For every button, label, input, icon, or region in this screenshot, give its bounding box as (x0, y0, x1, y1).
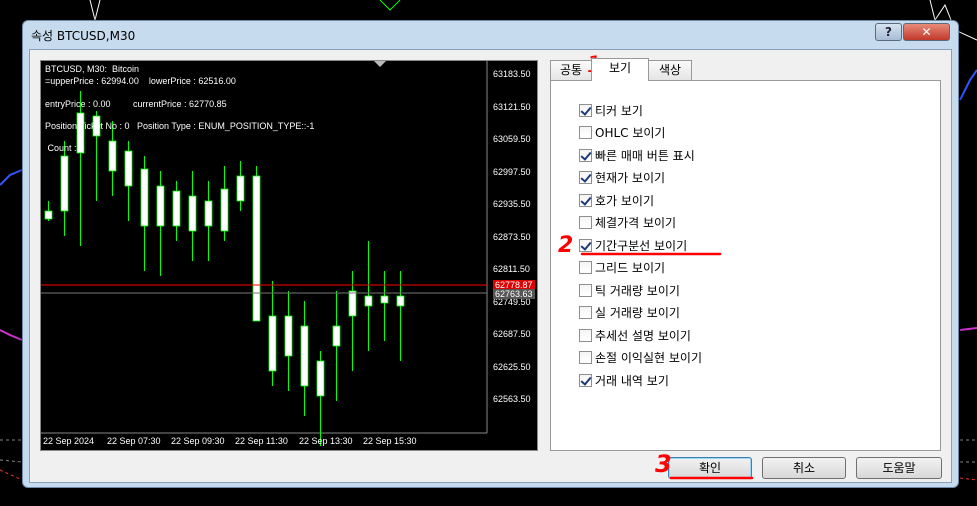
checkbox[interactable] (579, 260, 592, 274)
option-label: 체결가격 보이기 (595, 215, 677, 230)
option-quote[interactable]: 호가 보이기 (579, 191, 654, 209)
candle-body (124, 150, 133, 187)
tab-common[interactable]: 공통 (550, 60, 592, 80)
candle-body (60, 155, 69, 212)
option-execution-price[interactable]: 체결가격 보이기 (579, 213, 676, 231)
option-label: 기간구분선 보이기 (595, 238, 688, 253)
option-sl-tp[interactable]: 손절 이익실현 보이기 (579, 348, 702, 366)
price-axis-label: 63121.50 (493, 102, 531, 112)
chart-preview: BTCUSD, M30: Bitcoin =upperPrice : 62994… (40, 60, 538, 451)
preview-chart-svg (41, 61, 488, 446)
candle-body (220, 188, 229, 232)
window-title: 속성 BTCUSD,M30 (31, 29, 136, 43)
candle-body (284, 315, 293, 357)
option-trendline-desc[interactable]: 추세선 설명 보이기 (579, 326, 691, 344)
candle-body (364, 295, 373, 307)
option-label: 추세선 설명 보이기 (595, 328, 691, 343)
checkbox[interactable] (579, 305, 592, 319)
preview-header-line: Position Ticket No : 0 Position Type : E… (45, 121, 315, 131)
checkbox[interactable] (579, 283, 592, 297)
option-real-volume[interactable]: 실 거래량 보이기 (579, 303, 680, 321)
candle-body (108, 140, 117, 172)
candle-body (396, 295, 405, 307)
help-titlebar-button[interactable]: ? (875, 23, 902, 41)
price-axis-label: 62873.50 (493, 232, 531, 242)
checkbox[interactable] (579, 350, 592, 364)
price-axis-label: 62997.50 (493, 167, 531, 177)
checkbox[interactable] (579, 148, 592, 162)
candle-body (348, 290, 357, 317)
option-label: 티커 보기 (595, 103, 643, 118)
option-label: 거래 내역 보기 (595, 373, 669, 388)
candle-body (172, 190, 181, 227)
checkbox[interactable] (579, 328, 592, 342)
help-button[interactable]: 도움말 (856, 457, 942, 479)
option-label: OHLC 보이기 (595, 125, 666, 140)
checkbox[interactable] (579, 103, 592, 117)
cancel-button[interactable]: 취소 (762, 457, 846, 479)
price-axis-label: 62811.50 (493, 264, 530, 274)
price-axis-label: 62687.50 (493, 329, 531, 339)
price-axis-label: 62935.50 (493, 199, 531, 209)
close-button[interactable]: ✕ (903, 23, 950, 41)
checkbox[interactable] (579, 373, 592, 387)
ok-button[interactable]: 확인 (668, 457, 752, 479)
candle-body (44, 210, 53, 220)
candle-body (204, 200, 213, 227)
option-grid[interactable]: 그리드 보이기 (579, 258, 665, 276)
candle-body (156, 185, 165, 227)
preview-header-line: BTCUSD, M30: Bitcoin (45, 64, 140, 74)
time-axis-label: 22 Sep 15:30 (363, 436, 417, 446)
option-ticker[interactable]: 티커 보기 (579, 101, 643, 119)
price-axis-label: 63059.50 (493, 134, 531, 144)
checkbox[interactable] (579, 193, 592, 207)
checkbox[interactable] (579, 215, 592, 229)
option-ohlc[interactable]: OHLC 보이기 (579, 123, 665, 141)
candle-body (380, 295, 389, 304)
time-axis-label: 22 Sep 07:30 (107, 436, 161, 446)
candle-body (188, 195, 197, 232)
candle-body (140, 168, 149, 227)
chart-shift-marker (374, 61, 386, 67)
tab-view[interactable]: 보기 (591, 58, 649, 81)
preview-header-line: entryPrice : 0.00 currentPrice : 62770.8… (45, 99, 227, 109)
ask-price-tag: 62763.63 (493, 289, 535, 299)
candle-body (300, 325, 309, 387)
option-label: 호가 보이기 (595, 193, 655, 208)
option-label: 손절 이익실현 보이기 (595, 350, 702, 365)
time-axis-label: 22 Sep 2024 (43, 436, 95, 446)
title-bar[interactable]: 속성 BTCUSD,M30 ? ✕ (23, 21, 958, 47)
option-label: 그리드 보이기 (595, 260, 666, 275)
option-period-separators[interactable]: 기간구분선 보이기 (579, 236, 687, 254)
dialog-body: BTCUSD, M30: Bitcoin =upperPrice : 62994… (29, 49, 952, 483)
option-label: 빠른 매매 버튼 표시 (595, 148, 695, 163)
candle-body (268, 315, 277, 372)
price-axis-label: 62563.50 (493, 394, 531, 404)
time-axis-label: 22 Sep 11:30 (235, 436, 288, 446)
option-quick-trade[interactable]: 빠른 매매 버튼 표시 (579, 146, 695, 164)
candle-body (236, 175, 245, 202)
candle-body (252, 175, 261, 322)
preview-header-line: Count : 0 (45, 143, 85, 153)
option-label: 실 거래량 보이기 (595, 305, 680, 320)
candle-body (316, 360, 325, 397)
tab-colors[interactable]: 색상 (648, 60, 692, 80)
option-trade-history[interactable]: 거래 내역 보기 (579, 371, 669, 389)
time-axis-label: 22 Sep 09:30 (171, 436, 225, 446)
option-label: 틱 거래량 보이기 (595, 283, 680, 298)
checkbox[interactable] (579, 170, 592, 184)
price-axis-label: 63183.50 (493, 69, 531, 79)
time-axis-label: 22 Sep 13:30 (299, 436, 353, 446)
checkbox[interactable] (579, 125, 592, 139)
option-current-price[interactable]: 현재가 보이기 (579, 168, 665, 186)
option-label: 현재가 보이기 (595, 170, 666, 185)
properties-dialog: 속성 BTCUSD,M30 ? ✕ BTCUSD, M30: Bitcoin =… (22, 20, 959, 488)
view-tab-panel: 티커 보기 OHLC 보이기 빠른 매매 버튼 표시 현재가 보이기 호가 보이… (550, 80, 941, 451)
candle-body (332, 325, 341, 347)
option-tick-volume[interactable]: 틱 거래량 보이기 (579, 281, 680, 299)
price-axis-label: 62625.50 (493, 362, 531, 372)
preview-header-line: =upperPrice : 62994.00 lowerPrice : 6251… (45, 76, 236, 86)
checkbox[interactable] (579, 238, 592, 252)
